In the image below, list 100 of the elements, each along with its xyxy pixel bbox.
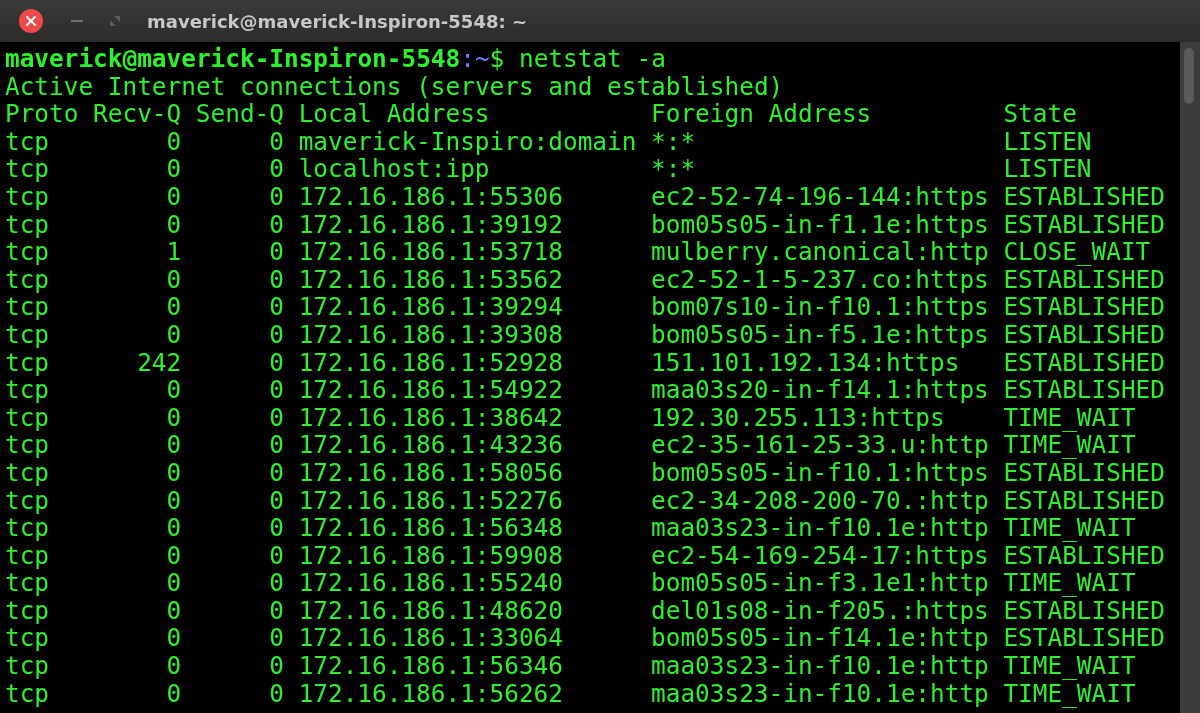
table-cell: 0 <box>269 348 284 377</box>
table-cell: ec2-52-74-196-144:https <box>651 182 989 211</box>
table-cell: 0 <box>166 265 182 294</box>
column-header: State <box>1003 100 1077 128</box>
table-cell: 172.16.186.1:54922 <box>298 376 563 404</box>
table-cell: 172.16.186.1:39294 <box>298 293 563 321</box>
table-cell: 172.16.186.1:56348 <box>298 514 563 542</box>
table-cell: tcp <box>5 431 50 459</box>
table-cell: 151.101.192.134:https <box>651 348 960 377</box>
table-cell: maa03s20-in-f14.1:https <box>651 376 989 404</box>
table-cell: 0 <box>166 679 182 708</box>
table-cell: 0 <box>269 624 284 653</box>
table-cell: tcp <box>5 320 50 349</box>
table-cell: maa03s23-in-f10.1e:http <box>651 514 989 542</box>
table-cell: LISTEN <box>1003 127 1092 156</box>
table-cell: 0 <box>269 486 284 515</box>
table-cell: tcp <box>5 541 50 570</box>
table-cell: TIME_WAIT <box>1003 403 1136 432</box>
table-cell: 172.16.186.1:52276 <box>298 486 563 515</box>
table-cell: 172.16.186.1:48620 <box>298 596 563 625</box>
table-cell: *:* <box>651 127 696 156</box>
table-cell: 0 <box>166 624 182 653</box>
table-cell: tcp <box>5 486 50 515</box>
table-cell: 172.16.186.1:59908 <box>298 541 563 570</box>
table-cell: 0 <box>269 596 284 625</box>
table-cell: TIME_WAIT <box>1003 569 1136 597</box>
table-cell: 0 <box>166 652 182 680</box>
table-cell: 0 <box>269 155 284 183</box>
table-cell: 0 <box>166 155 182 183</box>
table-cell: ESTABLISHED <box>1003 293 1165 321</box>
table-cell: TIME_WAIT <box>1003 514 1136 542</box>
table-cell: ESTABLISHED <box>1003 182 1165 211</box>
table-cell: 0 <box>166 569 182 597</box>
table-cell: ESTABLISHED <box>1003 458 1165 487</box>
table-cell: 0 <box>269 293 284 321</box>
table-cell: TIME_WAIT <box>1003 679 1136 708</box>
table-cell: 0 <box>269 679 284 708</box>
table-cell: 172.16.186.1:39192 <box>298 210 563 239</box>
table-cell: ESTABLISHED <box>1003 624 1165 653</box>
table-cell: TIME_WAIT <box>1003 431 1136 459</box>
table-cell: 242 <box>137 348 182 377</box>
prompt-user-host: maverick@maverick-Inspiron-5548 <box>5 44 461 73</box>
table-cell: 0 <box>269 376 284 404</box>
table-cell: 172.16.186.1:33064 <box>298 624 563 653</box>
table-cell: maverick-Inspiro:domain <box>298 127 637 156</box>
table-cell: ESTABLISHED <box>1003 210 1165 239</box>
table-cell: 172.16.186.1:53718 <box>298 238 563 266</box>
table-cell: 172.16.186.1:56346 <box>298 652 563 680</box>
table-cell: ESTABLISHED <box>1003 376 1165 404</box>
table-cell: 0 <box>166 514 182 542</box>
table-cell: tcp <box>5 265 50 294</box>
table-cell: ESTABLISHED <box>1003 348 1165 377</box>
table-cell: ESTABLISHED <box>1003 265 1165 294</box>
column-header: Send-Q <box>195 100 284 128</box>
table-cell: ec2-52-1-5-237.co:https <box>651 265 989 294</box>
table-cell: bom07s10-in-f10.1:https <box>651 293 989 321</box>
column-header: Foreign Address <box>651 100 872 128</box>
table-cell: 172.16.186.1:39308 <box>298 320 563 349</box>
table-cell: bom05s05-in-f3.1e1:http <box>651 569 989 597</box>
table-cell: bom05s05-in-f14.1e:http <box>651 624 989 653</box>
prompt-symbol: $ <box>489 44 505 73</box>
minimize-icon[interactable] <box>71 19 83 23</box>
table-cell: TIME_WAIT <box>1003 652 1136 680</box>
table-cell: 172.16.186.1:56262 <box>298 679 563 708</box>
maximize-icon[interactable] <box>109 15 121 27</box>
table-cell: 0 <box>269 458 284 487</box>
table-cell: ec2-35-161-25-33.u:http <box>651 431 989 459</box>
close-icon[interactable] <box>19 9 43 33</box>
table-cell: CLOSE_WAIT <box>1003 238 1151 266</box>
table-cell: maa03s23-in-f10.1e:http <box>651 652 989 680</box>
window-title: maverick@maverick-Inspiron-5548: ~ <box>147 10 527 32</box>
table-cell: tcp <box>5 293 50 321</box>
table-cell: 0 <box>166 182 182 211</box>
scroll-thumb[interactable] <box>1184 48 1194 104</box>
table-cell: ec2-54-169-254-17:https <box>651 541 989 570</box>
table-cell: *:* <box>651 155 696 183</box>
table-cell: 172.16.186.1:43236 <box>298 431 563 459</box>
table-cell: 0 <box>166 127 182 156</box>
table-cell: bom05s05-in-f10.1:https <box>651 458 989 487</box>
table-cell: 0 <box>166 541 182 570</box>
table-cell: 0 <box>166 376 182 404</box>
table-cell: 0 <box>269 210 284 239</box>
table-cell: tcp <box>5 596 50 625</box>
table-cell: bom05s05-in-f1.1e:https <box>651 210 989 239</box>
table-cell: tcp <box>5 348 50 377</box>
table-cell: 0 <box>166 596 182 625</box>
table-cell: 172.16.186.1:55306 <box>298 182 563 211</box>
table-cell: ec2-34-208-200-70.:http <box>651 486 989 515</box>
table-cell: tcp <box>5 652 50 680</box>
table-cell: 172.16.186.1:58056 <box>298 458 563 487</box>
table-cell: 172.16.186.1:53562 <box>298 265 563 294</box>
table-cell: tcp <box>5 458 50 487</box>
column-header: Proto <box>5 100 79 128</box>
table-cell: del01s08-in-f205.:https <box>651 596 989 625</box>
column-header: Local Address <box>298 100 490 128</box>
table-cell: 0 <box>166 210 182 239</box>
scrollbar[interactable] <box>1180 42 1200 713</box>
table-cell: tcp <box>5 182 50 211</box>
table-cell: 0 <box>269 652 284 680</box>
table-cell: 0 <box>269 238 284 266</box>
